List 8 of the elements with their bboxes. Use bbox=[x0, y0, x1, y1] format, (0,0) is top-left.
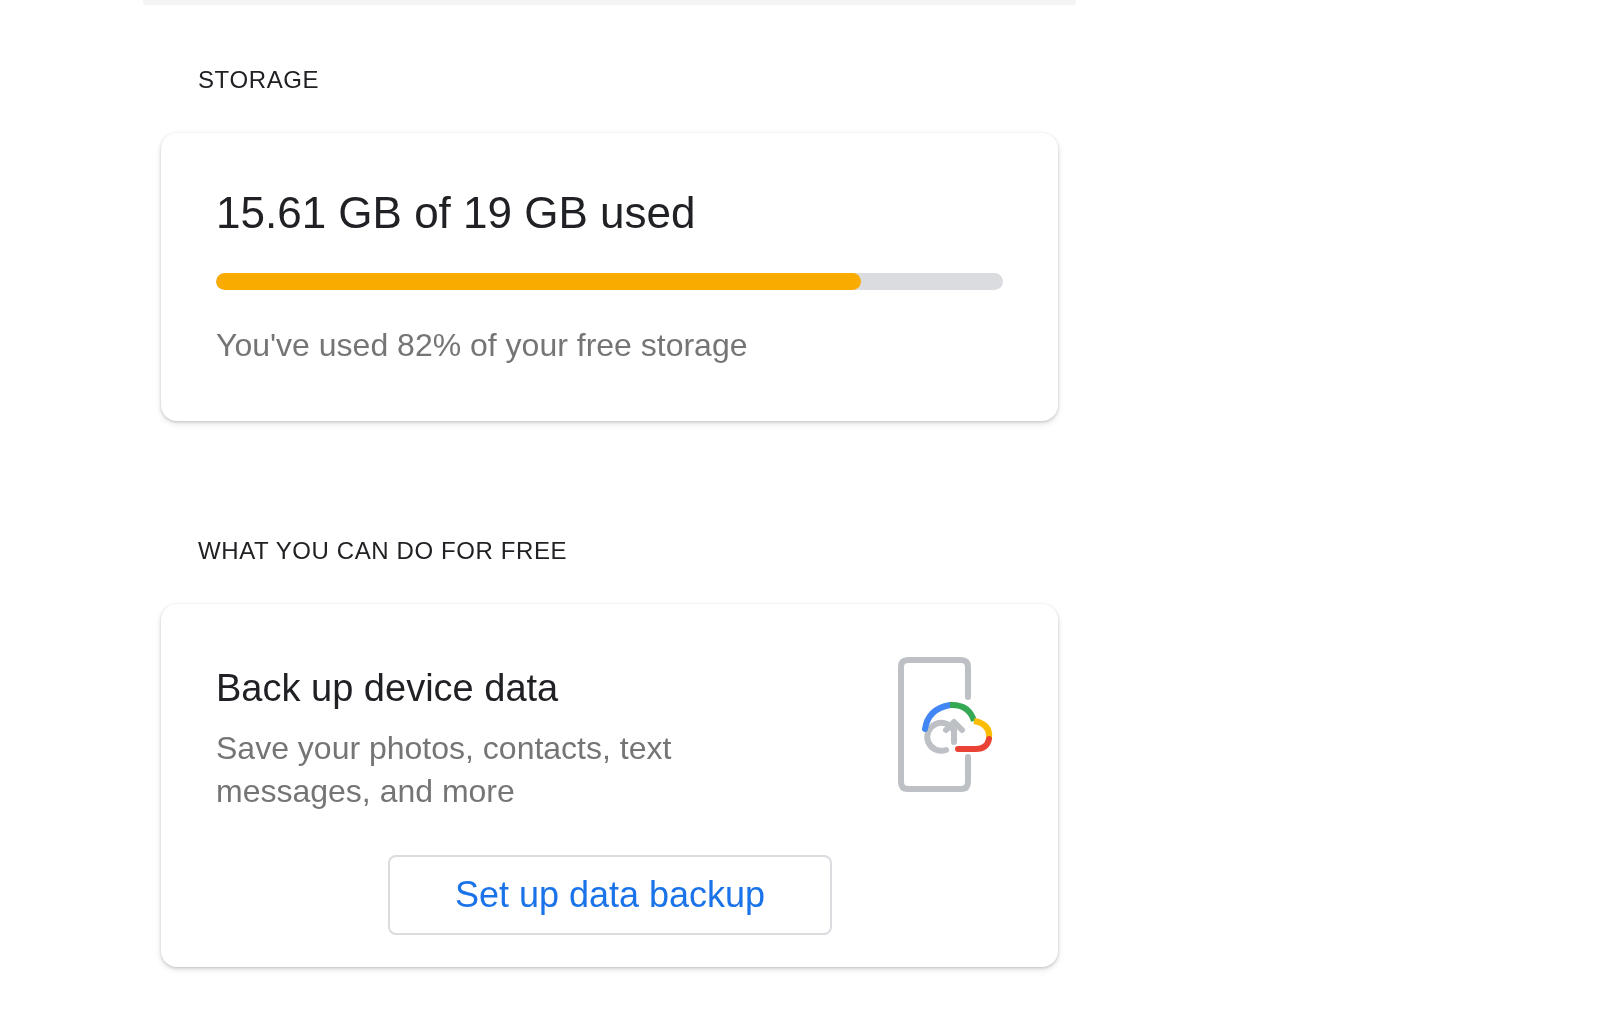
backup-title: Back up device data bbox=[216, 666, 559, 711]
storage-usage-caption: You've used 82% of your free storage bbox=[216, 326, 748, 365]
section-heading: STORAGE bbox=[198, 65, 320, 95]
phone-cloud-icon bbox=[898, 657, 995, 792]
section-heading: WHAT YOU CAN DO FOR FREE bbox=[198, 536, 568, 566]
backup-description: Save your photos, contacts, text messages, and more bbox=[216, 729, 673, 811]
setup-backup-button[interactable]: Set up data backup bbox=[388, 855, 832, 935]
storage-usage-title: 15.61 GB of 19 GB used bbox=[216, 187, 696, 239]
